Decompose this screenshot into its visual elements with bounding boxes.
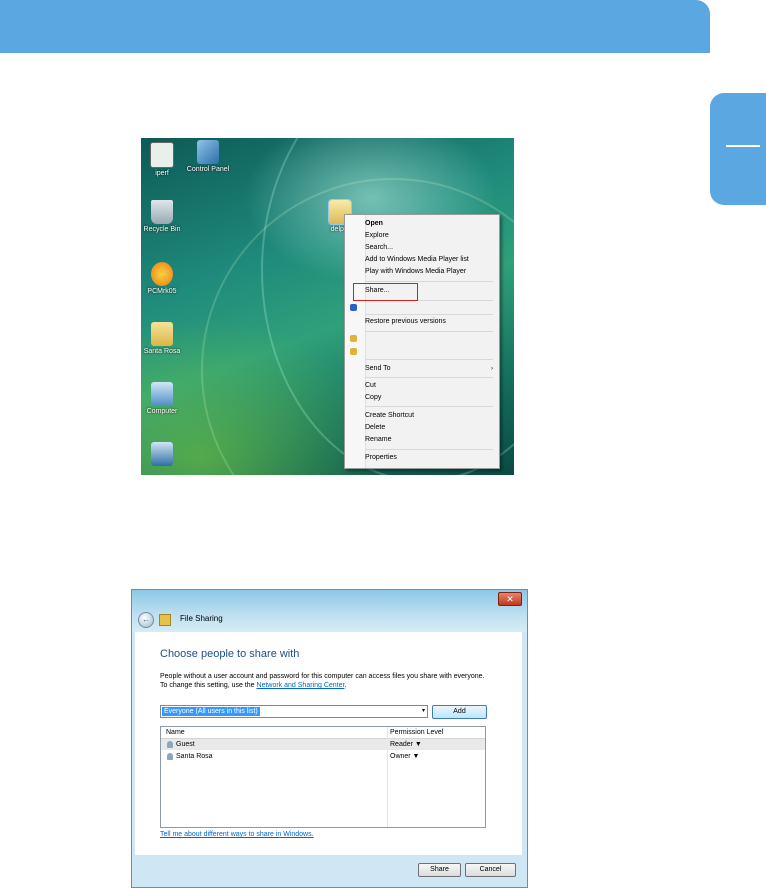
desktop-icon-pcmark[interactable]: PCMrk05 bbox=[141, 262, 189, 295]
share-button[interactable]: Share bbox=[418, 863, 461, 877]
file-sharing-dialog: ✕ ← File Sharing Choose people to share … bbox=[131, 589, 528, 888]
desktop-icon-label: Computer bbox=[146, 408, 178, 415]
description-line-1: People without a user account and passwo… bbox=[160, 673, 485, 680]
desktop-icon-label: Control Panel bbox=[186, 166, 230, 173]
close-button[interactable]: ✕ bbox=[498, 592, 522, 606]
menu-item-delete[interactable]: Delete bbox=[365, 422, 385, 434]
user-select-value: Everyone (All users in this list) bbox=[162, 707, 260, 716]
pcmark-icon bbox=[151, 262, 173, 286]
recycle-bin-icon bbox=[151, 200, 173, 224]
menu-item-open[interactable]: Open bbox=[365, 218, 383, 230]
lock-icon bbox=[350, 348, 357, 355]
list-header: Name Permission Level bbox=[161, 727, 485, 739]
menu-item-send-to[interactable]: Send To bbox=[365, 363, 391, 375]
computer-icon bbox=[151, 382, 173, 406]
sharing-user-list: Name Permission Level Guest Reader ▼ San… bbox=[160, 726, 486, 828]
control-panel-icon bbox=[197, 140, 219, 164]
menu-item-add-to-wmp-list[interactable]: Add to Windows Media Player list bbox=[365, 254, 469, 266]
desktop-icon-label: Santa Rosa bbox=[143, 348, 181, 355]
desktop-icon-label: PCMrk05 bbox=[147, 288, 177, 295]
user-icon bbox=[167, 741, 173, 748]
menu-item-search[interactable]: Search... bbox=[365, 242, 393, 254]
shield-icon bbox=[350, 304, 357, 311]
desktop-icon-label: iperf bbox=[155, 170, 169, 177]
menu-item-properties[interactable]: Properties bbox=[365, 452, 397, 464]
description-line-2: To change this setting, use the Network … bbox=[160, 682, 346, 689]
iperf-icon bbox=[150, 142, 174, 168]
header-bar bbox=[0, 0, 710, 53]
desktop-icon-label: Recycle Bin bbox=[143, 226, 181, 233]
menu-separator bbox=[365, 331, 493, 332]
share-highlight-box bbox=[353, 283, 418, 301]
permission-dropdown[interactable]: Reader ▼ bbox=[390, 739, 422, 750]
desktop-icon-santa-rosa[interactable]: Santa Rosa bbox=[141, 322, 189, 355]
context-menu: Open Explore Search... Add to Windows Me… bbox=[344, 214, 500, 469]
dialog-body: Choose people to share with People witho… bbox=[135, 632, 522, 855]
side-tab-dash bbox=[726, 145, 760, 147]
dialog-heading: Choose people to share with bbox=[160, 648, 300, 660]
description-text: To change this setting, use the bbox=[160, 682, 257, 689]
description-text: . bbox=[344, 682, 347, 689]
cancel-button[interactable]: Cancel bbox=[465, 863, 516, 877]
menu-separator bbox=[365, 359, 493, 360]
user-select-dropdown[interactable]: Everyone (All users in this list) ▾ bbox=[160, 705, 428, 718]
side-tab bbox=[710, 93, 766, 205]
network-sharing-center-link[interactable]: Network and Sharing Center bbox=[257, 682, 345, 689]
folder-icon bbox=[151, 322, 173, 346]
menu-separator bbox=[365, 281, 493, 282]
lock-icon bbox=[350, 335, 357, 342]
share-button-label: Share bbox=[430, 866, 449, 873]
chevron-down-icon[interactable]: ▾ bbox=[422, 706, 425, 717]
desktop-icon-control-panel[interactable]: Control Panel bbox=[181, 140, 235, 173]
permission-dropdown[interactable]: Owner ▼ bbox=[390, 751, 420, 762]
menu-separator bbox=[365, 406, 493, 407]
desktop-screenshot: iperf Control Panel Recycle Bin PCMrk05 … bbox=[141, 138, 514, 475]
menu-item-cut[interactable]: Cut bbox=[365, 380, 376, 392]
desktop-icon-recycle-bin[interactable]: Recycle Bin bbox=[141, 200, 189, 233]
menu-separator bbox=[365, 449, 493, 450]
column-header-name[interactable]: Name bbox=[166, 727, 185, 738]
back-arrow-icon[interactable]: ← bbox=[138, 612, 154, 628]
network-icon bbox=[151, 442, 173, 466]
table-row[interactable]: Guest Reader ▼ bbox=[161, 739, 485, 750]
row-user-name: Santa Rosa bbox=[176, 753, 213, 760]
menu-item-restore-previous-versions[interactable]: Restore previous versions bbox=[365, 316, 446, 328]
menu-item-create-shortcut[interactable]: Create Shortcut bbox=[365, 410, 414, 422]
sharing-help-link[interactable]: Tell me about different ways to share in… bbox=[160, 831, 314, 838]
column-header-permission[interactable]: Permission Level bbox=[390, 727, 443, 738]
row-user-name: Guest bbox=[176, 741, 195, 748]
add-button[interactable]: Add bbox=[432, 705, 487, 719]
desktop-icon-computer[interactable]: Computer bbox=[141, 382, 189, 415]
menu-item-copy[interactable]: Copy bbox=[365, 392, 381, 404]
menu-separator bbox=[365, 314, 493, 315]
menu-item-rename[interactable]: Rename bbox=[365, 434, 391, 446]
desktop-icon-network[interactable] bbox=[141, 442, 189, 468]
dialog-titlebar bbox=[132, 590, 527, 632]
dialog-title: File Sharing bbox=[180, 614, 223, 623]
menu-item-play-with-wmp[interactable]: Play with Windows Media Player bbox=[365, 266, 466, 278]
table-row[interactable]: Santa Rosa Owner ▼ bbox=[161, 751, 485, 762]
user-icon bbox=[167, 753, 173, 760]
menu-separator bbox=[365, 377, 493, 378]
file-sharing-icon bbox=[159, 614, 171, 626]
menu-item-explore[interactable]: Explore bbox=[365, 230, 389, 242]
submenu-arrow-icon: › bbox=[491, 366, 493, 372]
